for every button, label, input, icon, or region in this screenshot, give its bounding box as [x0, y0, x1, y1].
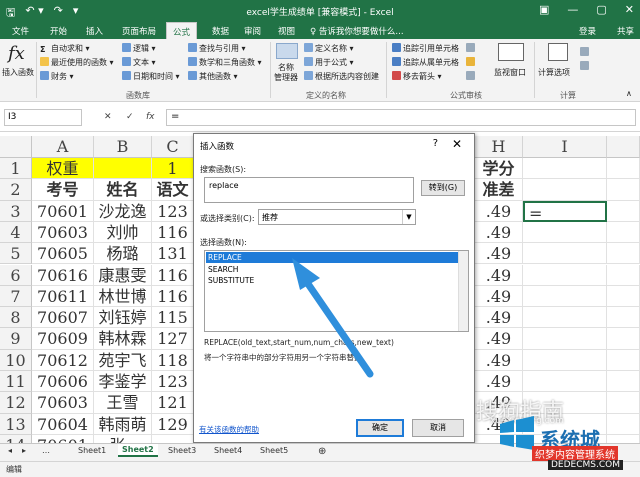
scroll-left-icon[interactable]: ◂ [8, 446, 12, 455]
sheet-tab-3[interactable]: Sheet3 [168, 446, 196, 455]
status-text: 编辑 [6, 465, 22, 474]
status-bar: 编辑 [0, 461, 640, 477]
sheet-tab-1[interactable]: Sheet1 [78, 446, 106, 455]
dedecms-url-watermark: DEDECMS.COM [548, 460, 623, 470]
sheet-tab-4[interactable]: Sheet4 [214, 446, 242, 455]
dedecms-watermark: 织梦内容管理系统 [532, 446, 618, 461]
scroll-right-icon[interactable]: ▸ [22, 446, 26, 455]
add-sheet-icon[interactable]: ⊕ [318, 446, 326, 457]
sheet-tab-5[interactable]: Sheet5 [260, 446, 288, 455]
more-sheets-icon[interactable]: … [42, 446, 50, 455]
sheet-tab-2[interactable]: Sheet2 [118, 444, 158, 457]
